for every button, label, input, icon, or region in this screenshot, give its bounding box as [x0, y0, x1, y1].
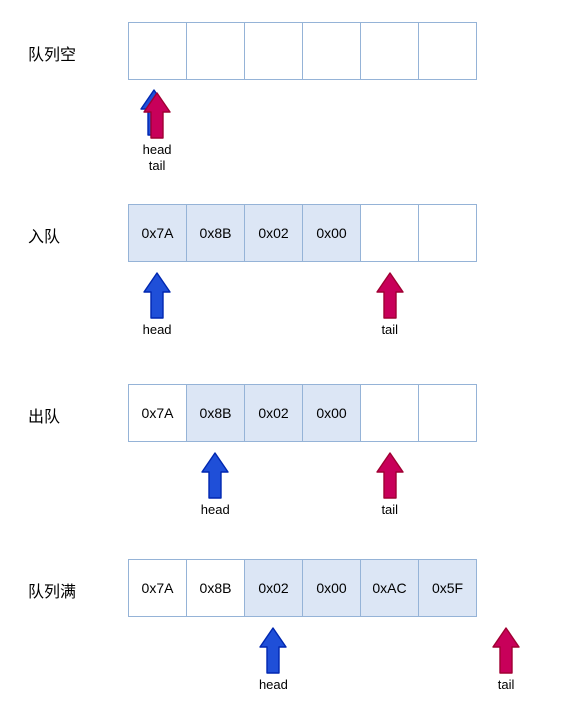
- queue-cell: 0x7A: [129, 385, 187, 441]
- tail-pointer-label: tail: [381, 502, 399, 517]
- queue-cell: [361, 205, 419, 261]
- queue-cell: 0x02: [245, 385, 303, 441]
- queue-cell: [303, 23, 361, 79]
- queue-cells-queue-empty: [128, 22, 477, 80]
- tail-pointer: tail: [486, 625, 526, 693]
- queue-cell: 0xAC: [361, 560, 419, 616]
- circular-queue-diagram: 队列空 head tail 入队 0x7A 0x8B 0x02 0x00 head tail 出队 0…: [0, 0, 563, 715]
- head-tail-pointer: head tail: [137, 89, 177, 174]
- head-pointer-label: head: [200, 502, 230, 517]
- head-pointer: head: [253, 625, 293, 693]
- queue-cell: [129, 23, 187, 79]
- queue-cell: 0x02: [245, 560, 303, 616]
- head-pointer-label: head: [258, 677, 288, 692]
- queue-cells-enqueue: 0x7A 0x8B 0x02 0x00: [128, 204, 477, 262]
- queue-cell: [361, 385, 419, 441]
- row-label-dequeue: 出队: [28, 409, 61, 426]
- queue-cell: [245, 23, 303, 79]
- queue-cell: [419, 23, 476, 79]
- head-pointer: head: [137, 270, 177, 338]
- queue-cell: 0x00: [303, 205, 361, 261]
- queue-cell: 0x02: [245, 205, 303, 261]
- tail-pointer: tail: [370, 270, 410, 338]
- tail-pointer-label: tail: [497, 677, 515, 692]
- queue-cell: 0x00: [303, 385, 361, 441]
- queue-cell: [419, 385, 476, 441]
- queue-cell: 0x5F: [419, 560, 476, 616]
- queue-cell: 0x7A: [129, 560, 187, 616]
- tail-arrow-icon: [370, 270, 410, 322]
- head-arrow-icon: [195, 450, 235, 502]
- queue-cell: [187, 23, 245, 79]
- row-label-queue-full: 队列满: [28, 584, 77, 601]
- head-arrow-icon: [253, 625, 293, 677]
- queue-cells-dequeue: 0x7A 0x8B 0x02 0x00: [128, 384, 477, 442]
- queue-cells-queue-full: 0x7A 0x8B 0x02 0x00 0xAC 0x5F: [128, 559, 477, 617]
- head-pointer-label: head: [142, 142, 172, 157]
- tail-pointer: tail: [370, 450, 410, 518]
- tail-arrow-icon: [486, 625, 526, 677]
- head-arrow-icon: [137, 270, 177, 322]
- queue-cell: 0x8B: [187, 205, 245, 261]
- queue-cell: 0x7A: [129, 205, 187, 261]
- queue-cell: 0x8B: [187, 385, 245, 441]
- queue-cell: 0x8B: [187, 560, 245, 616]
- head-pointer: head: [195, 450, 235, 518]
- tail-arrow-icon: [370, 450, 410, 502]
- tail-pointer-label: tail: [148, 158, 166, 173]
- tail-pointer-label: tail: [381, 322, 399, 337]
- row-label-queue-empty: 队列空: [28, 47, 77, 64]
- queue-cell: 0x00: [303, 560, 361, 616]
- row-label-enqueue: 入队: [28, 229, 61, 246]
- head-pointer-label: head: [142, 322, 172, 337]
- queue-cell: [361, 23, 419, 79]
- queue-cell: [419, 205, 476, 261]
- head-tail-arrow-icon: [137, 89, 177, 142]
